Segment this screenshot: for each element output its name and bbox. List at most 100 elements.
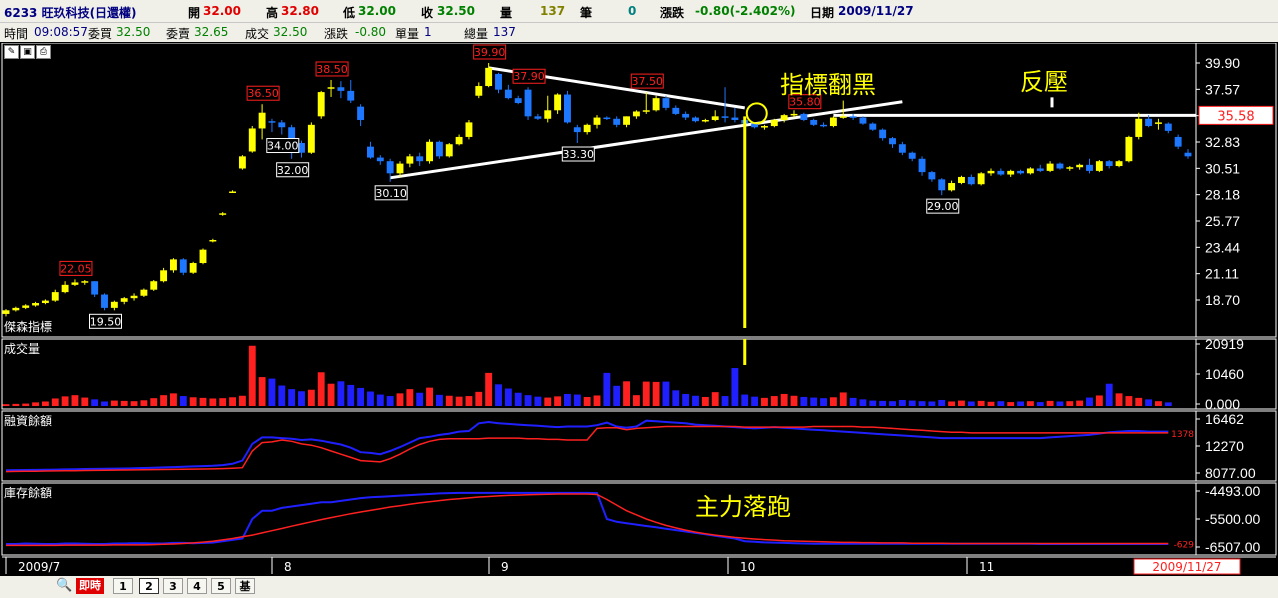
volume-bar [1155, 401, 1162, 406]
tab-5[interactable]: 5 [211, 578, 231, 594]
candle-body [692, 117, 699, 122]
low-price-label: 33.30 [563, 148, 595, 161]
volume-bar [101, 401, 108, 406]
candle-body [534, 116, 542, 119]
volume-bar [731, 368, 739, 406]
volume-bar [908, 400, 916, 406]
volume-bar [71, 395, 79, 406]
x-axis-label: 9 [501, 560, 509, 574]
tab-2[interactable]: 2 [139, 578, 159, 594]
eraser-icon[interactable]: ✎ [4, 45, 19, 59]
volume-bar [1164, 402, 1172, 406]
candle-body [278, 122, 286, 128]
annotation-resistance: 反壓 [1020, 68, 1068, 96]
candle-body [928, 172, 936, 180]
deal-label: 成交 [245, 27, 270, 41]
volume-y-axis-tick-label: 10460 [1205, 366, 1244, 382]
tab-fundamental[interactable]: 基 [235, 578, 255, 594]
candle-body [1056, 163, 1064, 169]
candle-body [583, 124, 591, 133]
save-icon[interactable]: ▣ [20, 45, 35, 59]
candle-body [1017, 170, 1024, 174]
candle-body [485, 67, 493, 87]
candle-body [406, 156, 414, 164]
candle-body [199, 249, 207, 264]
candle-body [1076, 164, 1084, 168]
volume-bar [524, 395, 532, 406]
volume-bar [288, 389, 296, 406]
magnifier-icon[interactable]: 🔍 [56, 578, 72, 593]
candle-body [701, 119, 709, 122]
volume-bar [1145, 399, 1153, 406]
candle-body [1145, 118, 1153, 127]
candle-body [12, 307, 20, 311]
candle-body [504, 89, 512, 99]
volume-bar [406, 389, 414, 406]
margin-end-label: 1378 [1171, 430, 1194, 440]
volume-bar [977, 400, 985, 406]
volume-bar [751, 396, 759, 406]
candle-body [1174, 136, 1182, 147]
volume-bar [849, 397, 857, 406]
volume-bar [170, 393, 177, 406]
candle-body [2, 310, 10, 314]
tab-4[interactable]: 4 [187, 578, 207, 594]
candle-body [849, 116, 857, 118]
candle-body [268, 121, 276, 123]
volume-bar [1007, 402, 1015, 406]
print-icon[interactable]: ⎙ [36, 45, 51, 59]
candle-body [110, 301, 118, 308]
volume-bar [662, 381, 670, 406]
candle-body [1115, 161, 1123, 167]
volume-bar [1125, 396, 1133, 406]
annotation-main-force: 主力落跑 [695, 493, 791, 521]
volume-bar [1086, 397, 1093, 406]
price-y-axis-tick-label: 39.90 [1205, 55, 1240, 71]
candle-body [938, 179, 946, 191]
tab-1[interactable]: 1 [113, 578, 133, 594]
volume-bar [1026, 401, 1034, 406]
candle-body [475, 86, 483, 96]
volume-bar [130, 401, 138, 406]
volume-label: 量 [500, 6, 513, 20]
bid-label: 委買 [88, 27, 113, 41]
volume-bar [1066, 401, 1074, 406]
volume-bar [583, 396, 591, 406]
margin-y-axis-tick-label: 12270 [1205, 438, 1244, 454]
volume-bar [445, 395, 453, 406]
candle-body [780, 115, 788, 120]
price-y-axis-tick-label: 21.11 [1205, 266, 1239, 282]
volume-bar [948, 401, 956, 406]
volume-bar [603, 372, 611, 406]
stock-name: 6233 旺玖科技(日還權) [4, 6, 137, 20]
change-value: -0.80(-2.402%) [695, 4, 796, 18]
volume-bar [504, 388, 512, 406]
margin-y-axis-tick-label: 8077.00 [1205, 465, 1256, 481]
candle-body [81, 281, 89, 283]
volume-bar [544, 397, 552, 406]
volume-bar [1017, 401, 1024, 406]
volume-bar [495, 384, 502, 406]
tab-3[interactable]: 3 [163, 578, 183, 594]
volume-bar [514, 392, 522, 406]
candle-body [524, 89, 532, 117]
candle-body [1036, 168, 1044, 171]
candle-body [209, 239, 217, 242]
volume-bar [810, 397, 818, 406]
candle-body [130, 295, 138, 299]
volume-bar [268, 378, 276, 406]
volume-bar [741, 394, 749, 406]
candle-body [672, 107, 680, 114]
x-axis-label: 11 [979, 560, 994, 574]
candle-body [1046, 163, 1054, 171]
price-y-axis-tick-label: 30.51 [1205, 160, 1240, 176]
candle-body [908, 152, 916, 159]
candle-body [455, 136, 463, 145]
low-price-label: 30.10 [375, 187, 407, 200]
volume-bar [534, 396, 542, 406]
volume-bar [711, 392, 719, 406]
candle-body [71, 282, 79, 285]
low-label: 低 [343, 6, 356, 20]
live-button[interactable]: 即時 [76, 578, 104, 594]
volume-bar [1095, 395, 1103, 406]
